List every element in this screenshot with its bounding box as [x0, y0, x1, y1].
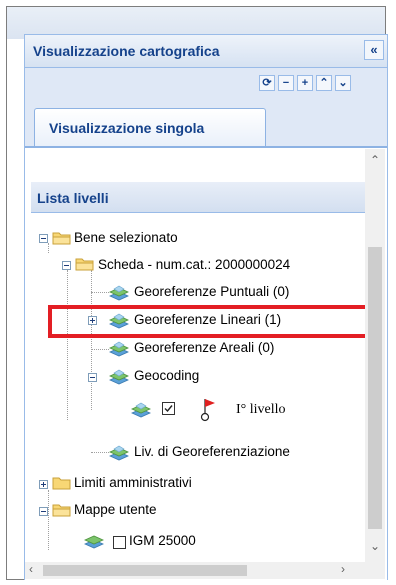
tree-label-georeferenze-puntuali[interactable]: Georeferenze Puntuali (0)	[134, 284, 289, 299]
double-chevron-left-icon: «	[370, 42, 378, 57]
minus-icon: −	[282, 77, 290, 89]
scroll-up-icon[interactable]: ⌃	[370, 153, 380, 167]
tree-label-limiti-amministrativi[interactable]: Limiti amministrativi	[74, 475, 192, 490]
vertical-scroll-thumb[interactable]	[368, 247, 382, 529]
expand-down-icon: ⌄	[338, 77, 348, 89]
vertical-scrollbar[interactable]: ⌃ ⌄	[365, 149, 385, 562]
tree-label-igm-25000[interactable]: IGM 25000	[129, 533, 196, 548]
layer-list-title: Lista livelli	[37, 190, 109, 206]
layer-stack-icon	[84, 535, 104, 549]
horizontal-scroll-thumb[interactable]	[43, 565, 247, 576]
checkbox-livello-1[interactable]	[162, 402, 175, 415]
layer-stack-icon	[109, 341, 129, 357]
refresh-icon: ⟳	[262, 77, 272, 89]
refresh-button[interactable]: ⟳	[259, 75, 275, 91]
highlight-box	[48, 305, 372, 338]
scroll-right-icon[interactable]: ›	[341, 562, 345, 576]
folder-open-icon	[52, 232, 71, 245]
toggle-geocoding[interactable]	[88, 373, 97, 382]
tree-label-bene-selezionato[interactable]: Bene selezionato	[74, 230, 178, 245]
scrollbar-corner	[365, 562, 385, 579]
panel-header: Visualizzazione cartografica «	[24, 34, 388, 68]
panel-title: Visualizzazione cartografica	[33, 43, 220, 59]
tree-label-geocoding[interactable]: Geocoding	[134, 368, 199, 383]
layer-list-header: Lista livelli	[31, 182, 365, 213]
layer-stack-icon	[109, 369, 129, 385]
folder-closed-icon	[52, 477, 71, 490]
collapse-up-icon: ⌃	[319, 77, 329, 89]
tree-label-georeferenze-areali[interactable]: Georeferenze Areali (0)	[134, 340, 274, 355]
move-down-button[interactable]: ⌄	[335, 75, 351, 91]
tree-label-scheda[interactable]: Scheda - num.cat.: 2000000024	[98, 257, 290, 272]
horizontal-scrollbar[interactable]: ‹ ›	[25, 562, 365, 579]
scroll-left-icon[interactable]: ‹	[29, 562, 33, 576]
move-up-button[interactable]: ⌃	[316, 75, 332, 91]
tree-connector	[91, 292, 109, 293]
toggle-limiti-amministrativi[interactable]	[39, 480, 48, 489]
collapse-panel-button[interactable]: «	[364, 40, 384, 60]
tab-visualizzazione-singola[interactable]: Visualizzazione singola	[34, 108, 266, 147]
toggle-bene-selezionato[interactable]	[39, 234, 48, 243]
folder-open-icon	[52, 504, 71, 517]
plus-icon: +	[301, 77, 309, 89]
tree-connector	[48, 243, 49, 253]
tree-label-liv-georeferenziazione[interactable]: Liv. di Georeferenziazione	[134, 444, 290, 459]
tree-connector	[91, 270, 92, 410]
toggle-scheda[interactable]	[62, 261, 71, 270]
toggle-mappe-utente[interactable]	[39, 507, 48, 516]
checkbox-igm-25000[interactable]	[113, 536, 126, 549]
collapse-all-button[interactable]: −	[278, 75, 294, 91]
layer-stack-icon	[131, 402, 151, 418]
tree-connector	[91, 452, 109, 453]
tree-connector	[91, 349, 109, 350]
tree-connector	[67, 270, 68, 420]
tree-row-clip: IGM 25000	[25, 528, 365, 562]
tab-label: Visualizzazione singola	[49, 120, 205, 136]
layer-stack-icon	[109, 445, 129, 461]
scroll-down-icon[interactable]: ⌄	[370, 539, 380, 553]
tree-label-livello-1[interactable]: I° livello	[236, 402, 286, 418]
flag-marker-icon	[200, 399, 215, 422]
expand-all-button[interactable]: +	[297, 75, 313, 91]
layer-stack-icon	[109, 285, 129, 301]
tree-label-mappe-utente[interactable]: Mappe utente	[74, 502, 157, 517]
checkmark-icon	[164, 405, 173, 413]
folder-open-icon	[75, 258, 94, 271]
